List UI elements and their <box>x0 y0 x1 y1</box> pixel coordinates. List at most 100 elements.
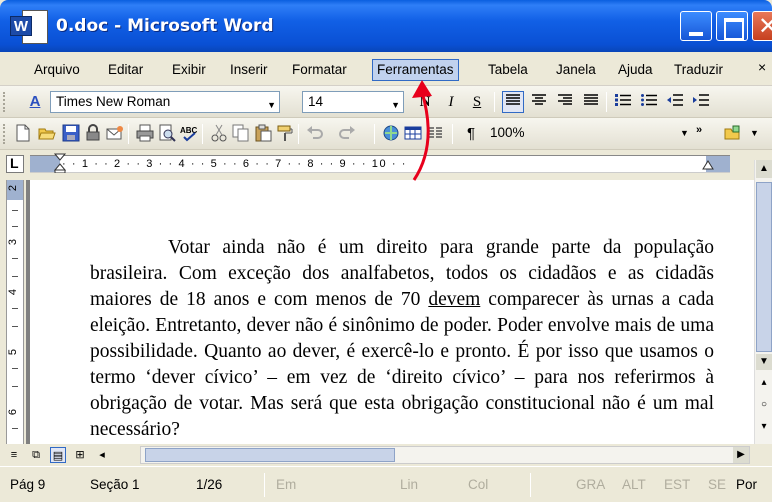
close-button[interactable]: ✕ <box>752 11 772 41</box>
menu-ajuda[interactable]: Ajuda <box>614 59 657 81</box>
open-icon[interactable] <box>38 124 56 142</box>
undo-icon[interactable] <box>306 124 324 142</box>
cut-icon[interactable] <box>210 124 228 142</box>
next-page-icon[interactable]: ▾ <box>756 418 772 436</box>
table-icon[interactable] <box>404 124 422 142</box>
decrease-indent-button[interactable] <box>664 91 686 113</box>
normal-view-icon[interactable]: ≡ <box>6 447 22 463</box>
scroll-up-button[interactable]: ▲ <box>756 160 772 178</box>
italic-button[interactable]: I <box>440 91 462 113</box>
close-icon: ✕ <box>758 12 772 40</box>
menu-exibir[interactable]: Exibir <box>168 59 210 81</box>
browse-object-icon[interactable]: ○ <box>756 396 772 414</box>
menu-formatar[interactable]: Formatar <box>288 59 351 81</box>
bullets-button[interactable] <box>638 91 660 113</box>
decrease-indent-icon <box>667 94 683 106</box>
status-ext[interactable]: EST <box>664 477 690 492</box>
align-distributed-icon <box>584 94 598 105</box>
menu-editar[interactable]: Editar <box>104 59 147 81</box>
formatting-toolbar: A Times New Roman ▼ 14 ▼ N I S <box>0 86 772 118</box>
print-icon[interactable] <box>136 124 154 142</box>
align-center-button[interactable] <box>528 91 550 113</box>
align-right-icon <box>558 94 572 105</box>
align-right-button[interactable] <box>554 91 576 113</box>
redo-icon[interactable] <box>338 124 356 142</box>
print-preview-icon[interactable] <box>158 124 176 142</box>
columns-icon[interactable] <box>426 124 444 142</box>
paste-icon[interactable] <box>254 124 272 142</box>
vertical-ruler[interactable]: 3 4 5 6 2 <box>6 180 24 444</box>
status-ovr[interactable]: SE <box>708 477 726 492</box>
status-at[interactable]: Em <box>276 477 296 492</box>
status-language[interactable]: Por <box>736 477 757 492</box>
toolbar-grip[interactable] <box>3 124 6 144</box>
chevron-down-icon[interactable]: ▼ <box>267 95 276 115</box>
format-painter-icon[interactable] <box>276 124 294 142</box>
document-page[interactable]: Votar ainda não é um direito para grande… <box>30 180 754 444</box>
document-area[interactable]: Votar ainda não é um direito para grande… <box>26 180 760 444</box>
font-size-select[interactable]: 14 ▼ <box>302 91 404 113</box>
scroll-right-button[interactable]: ▶ <box>733 447 749 463</box>
show-hide-formatting-button[interactable]: ¶ <box>460 123 482 145</box>
font-name-select[interactable]: Times New Roman ▼ <box>50 91 280 113</box>
tab-selector[interactable]: L <box>6 155 24 173</box>
chevron-down-icon[interactable]: ▼ <box>391 95 400 115</box>
status-section[interactable]: Seção 1 <box>90 477 140 492</box>
vertical-ruler-number: 5 <box>7 348 20 356</box>
hyperlink-icon[interactable] <box>382 124 400 142</box>
horizontal-scroll-thumb[interactable] <box>145 448 395 462</box>
menu-janela[interactable]: Janela <box>552 59 600 81</box>
status-column[interactable]: Col <box>468 477 488 492</box>
toolbar-options-icon[interactable]: » <box>696 124 714 142</box>
font-name-value: Times New Roman <box>56 94 171 109</box>
minimize-button[interactable] <box>680 11 712 41</box>
menu-tabela[interactable]: Tabela <box>484 59 532 81</box>
styles-icon[interactable]: A <box>24 91 46 113</box>
word-app-icon[interactable]: W <box>10 10 50 44</box>
title-bar[interactable]: W 0.doc - Microsoft Word ✕ <box>0 0 772 52</box>
outline-view-icon[interactable]: ⊞ <box>72 447 88 463</box>
align-justify-button[interactable] <box>580 91 602 113</box>
document-paragraph[interactable]: Votar ainda não é um direito para grande… <box>90 235 714 443</box>
research-icon[interactable] <box>724 124 742 142</box>
increase-indent-button[interactable] <box>690 91 712 113</box>
reading-layout-icon[interactable]: ◂ <box>94 447 110 463</box>
scroll-down-button[interactable]: ▼ <box>756 354 772 370</box>
chevron-down-icon[interactable]: ▼ <box>750 128 768 146</box>
permission-icon[interactable] <box>84 124 102 142</box>
status-page-count[interactable]: 1/26 <box>196 477 222 492</box>
window-title: 0.doc - Microsoft Word <box>56 16 274 36</box>
vertical-scroll-thumb[interactable] <box>756 182 772 352</box>
zoom-value[interactable]: 100% <box>490 125 525 140</box>
underlined-word: devem <box>428 289 481 310</box>
menu-arquivo[interactable]: Arquivo <box>30 59 84 81</box>
status-line[interactable]: Lin <box>400 477 418 492</box>
maximize-button[interactable] <box>716 11 748 41</box>
menu-traduzir[interactable]: Traduzir <box>670 59 727 81</box>
numbering-button[interactable] <box>612 91 634 113</box>
underline-button[interactable]: S <box>466 91 488 113</box>
spelling-icon[interactable]: ABC <box>180 124 198 142</box>
new-doc-icon[interactable] <box>14 124 32 142</box>
justify-button[interactable] <box>502 91 524 113</box>
bullet-list-icon <box>641 94 657 106</box>
previous-page-icon[interactable]: ▴ <box>756 374 772 392</box>
vertical-scrollbar[interactable]: ▲ ▼ ▴ ○ ▾ <box>754 160 772 444</box>
copy-icon[interactable] <box>232 124 250 142</box>
status-page[interactable]: Pág 9 <box>10 477 45 492</box>
horizontal-ruler[interactable]: · · 1 · · 2 · · 3 · · 4 · · 5 · · 6 · · … <box>30 155 730 173</box>
print-layout-icon[interactable]: ▤ <box>50 447 66 463</box>
menu-inserir[interactable]: Inserir <box>226 59 272 81</box>
status-rec[interactable]: GRA <box>576 477 605 492</box>
horizontal-scrollbar[interactable]: ▶ <box>140 446 750 464</box>
save-icon[interactable] <box>62 124 80 142</box>
menu-ferramentas[interactable]: Ferramentas <box>372 59 459 81</box>
bold-button[interactable]: N <box>414 91 436 113</box>
toolbar-grip[interactable] <box>3 92 6 112</box>
email-icon[interactable] <box>106 124 124 142</box>
status-trk[interactable]: ALT <box>622 477 646 492</box>
right-indent-marker[interactable] <box>702 157 714 173</box>
document-close-icon[interactable]: × <box>758 59 766 75</box>
web-layout-icon[interactable]: ⧉ <box>28 447 44 463</box>
first-line-indent-marker[interactable] <box>54 153 66 173</box>
